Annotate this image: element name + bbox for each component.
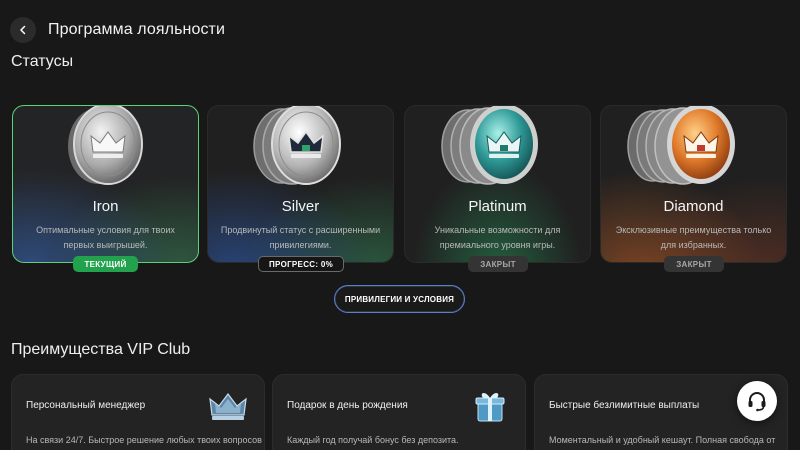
header: Программа лояльности bbox=[10, 16, 225, 44]
vip-card-personal-manager[interactable]: Персональный менеджер На связи 24/7. Быс… bbox=[11, 374, 265, 450]
iron-coin-icon bbox=[13, 106, 198, 190]
status-badge-progress: ПРОГРЕСС: 0% bbox=[258, 256, 344, 272]
gift-icon bbox=[475, 393, 505, 422]
status-description: Эксклюзивные преимущества только для изб… bbox=[615, 225, 772, 250]
status-card-iron[interactable]: Iron Оптимальные условия для твоих первы… bbox=[12, 105, 199, 263]
status-card-platinum[interactable]: Platinum Уникальные возможности для прем… bbox=[404, 105, 591, 263]
vip-card-birthday-gift[interactable]: Подарок в день рождения Каждый год получ… bbox=[272, 374, 526, 450]
vip-section-title: Преимущества VIP Club bbox=[11, 341, 191, 358]
page-title: Программа лояльности bbox=[48, 21, 226, 38]
vip-card-title: Подарок в день рождения bbox=[287, 400, 408, 411]
silver-coin-icon bbox=[208, 106, 393, 190]
diamond-coin-icon bbox=[601, 106, 786, 190]
status-badge-locked: ЗАКРЫТ bbox=[664, 256, 724, 272]
crown-icon bbox=[209, 393, 247, 420]
vip-card-title: Быстрые безлимитные выплаты bbox=[549, 400, 700, 411]
vip-card-description: На связи 24/7. Быстрое решение любых тво… bbox=[26, 435, 262, 445]
loyalty-program-page: Программа лояльности Статусы Iron Оптима… bbox=[0, 0, 800, 450]
status-name: Platinum bbox=[468, 198, 527, 215]
status-name: Silver bbox=[281, 198, 320, 215]
status-description: Оптимальные условия для твоих первых выи… bbox=[36, 225, 175, 250]
status-card-silver[interactable]: Silver Продвинутый статус с расширенными… bbox=[207, 105, 394, 263]
status-description: Продвинутый статус с расширенными привил… bbox=[220, 225, 381, 250]
support-chat-button[interactable] bbox=[737, 381, 777, 421]
platinum-coin-icon bbox=[405, 106, 590, 190]
chevron-left-icon bbox=[20, 25, 26, 35]
status-name: Diamond bbox=[663, 198, 724, 215]
vip-card-description: Каждый год получай бонус без депозита. bbox=[287, 435, 459, 445]
statuses-section-title: Статусы bbox=[11, 53, 74, 70]
vip-card-title: Персональный менеджер bbox=[26, 400, 146, 411]
status-badge-locked: ЗАКРЫТ bbox=[468, 256, 528, 272]
headset-icon bbox=[748, 392, 766, 412]
status-card-diamond[interactable]: Diamond Эксклюзивные преимущества только… bbox=[600, 105, 787, 263]
privileges-and-conditions-button[interactable]: ПРИВИЛЕГИИ И УСЛОВИЯ bbox=[334, 285, 465, 313]
vip-card-description: Моментальный и удобный кешаут. Полная св… bbox=[549, 435, 776, 445]
back-button[interactable] bbox=[10, 17, 36, 43]
status-badge-current: ТЕКУЩИЙ bbox=[73, 256, 138, 272]
status-description: Уникальные возможности для премиального … bbox=[434, 225, 561, 250]
status-name: Iron bbox=[92, 198, 119, 215]
